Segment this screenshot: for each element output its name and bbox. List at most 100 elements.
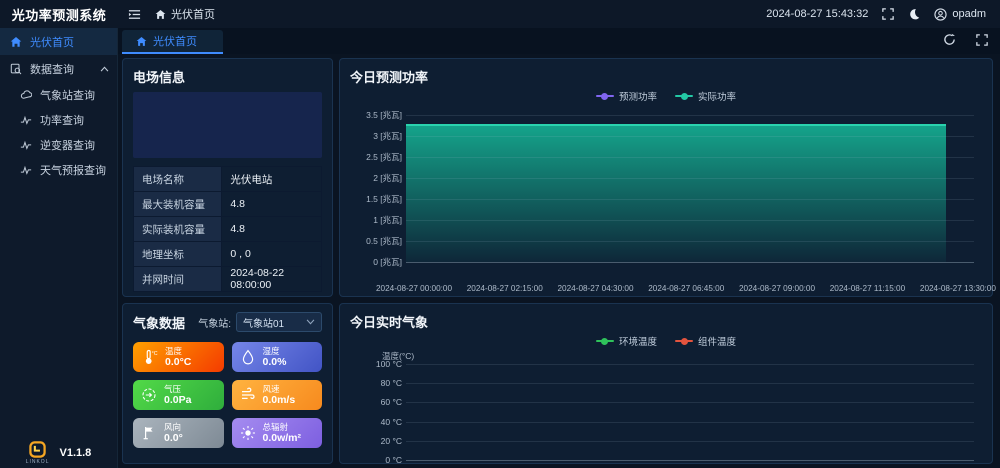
y-tick: 3.5 [兆瓦]	[366, 109, 402, 121]
thermometer-icon: °C	[141, 349, 158, 366]
table-row: 实际装机容量 4.8	[134, 217, 322, 242]
card-value: 0.0Pa	[164, 394, 191, 406]
legend-item-actual[interactable]: 实际功率	[675, 89, 736, 103]
solar-farm-photo	[133, 92, 322, 158]
y-tick: 60 °C	[381, 397, 402, 407]
sidebar: 光伏首页 数据查询 气象站查询 功率查询 逆变器查询	[0, 28, 118, 468]
realtime-plot-area	[406, 364, 974, 460]
row-label: 实际装机容量	[134, 217, 222, 242]
card-value: 0.0m/s	[263, 394, 296, 406]
weather-cards: °C 温度0.0°C 湿度0.0% 气压0.0Pa	[133, 342, 322, 448]
x-tick: 2024-08-27 00:00:00	[376, 284, 452, 293]
collapse-sidebar-icon[interactable]	[128, 8, 141, 21]
sidebar-item-weather-station-query[interactable]: 气象站查询	[0, 82, 117, 107]
sidebar-item-label: 功率查询	[40, 112, 84, 128]
x-tick: 2024-08-27 02:15:00	[467, 284, 543, 293]
sidebar-item-data-query[interactable]: 数据查询	[0, 55, 117, 82]
logo-text: LINKOL	[26, 459, 50, 465]
x-tick: 2024-08-27 13:30:00	[920, 284, 996, 293]
y-tick: 2.5 [兆瓦]	[366, 151, 402, 163]
chevron-down-icon	[306, 319, 315, 325]
x-axis-line	[406, 460, 974, 461]
forecast-plot-area	[406, 115, 974, 262]
card-total-radiation: 总辐射0.0w/m²	[232, 418, 323, 448]
y-tick: 1 [兆瓦]	[373, 214, 402, 226]
table-row: 地理坐标 0 , 0	[134, 242, 322, 267]
gridline	[406, 178, 974, 179]
top-header: 光功率预测系统 光伏首页 2024-08-27 15:43:32	[0, 0, 1000, 28]
row-value: 光伏电站	[222, 167, 322, 192]
x-tick: 2024-08-27 09:00:00	[739, 284, 815, 293]
dark-mode-moon-icon[interactable]	[908, 8, 920, 20]
gridline	[406, 383, 974, 384]
table-row: 最大装机容量 4.8	[134, 192, 322, 217]
power-chart-icon	[20, 114, 32, 126]
panel-title: 今日预测功率	[350, 67, 982, 86]
header-left: 光伏首页	[118, 6, 766, 22]
legend-label: 预测功率	[619, 89, 657, 103]
y-tick: 3 [兆瓦]	[373, 130, 402, 142]
x-tick: 2024-08-27 11:15:00	[830, 284, 905, 293]
legend-label: 组件温度	[698, 334, 736, 348]
gridline	[406, 220, 974, 221]
expand-icon[interactable]	[976, 33, 988, 46]
sun-icon	[240, 425, 256, 441]
sidebar-item-home[interactable]: 光伏首页	[0, 28, 117, 55]
sidebar-item-power-query[interactable]: 功率查询	[0, 107, 117, 132]
panel-station-info: 电场信息 电场名称 光伏电站 最大装机容量 4.8	[122, 58, 333, 297]
tab-home[interactable]: 光伏首页	[122, 30, 223, 54]
weather-header: 气象数据 气象站: 气象站01	[133, 312, 322, 332]
realtime-chart[interactable]: 温度(°C) 100 °C 80 °C 60 °C 40 °C 20 °C 0 …	[350, 350, 982, 468]
card-value: 0.0°	[164, 432, 183, 444]
chevron-up-icon	[100, 66, 109, 72]
y-tick: 40 °C	[381, 417, 402, 427]
legend-item-module-temp[interactable]: 组件温度	[675, 334, 736, 348]
card-name: 温度	[165, 346, 191, 356]
row-value: 0 , 0	[222, 242, 322, 267]
forecast-chart[interactable]: 3.5 [兆瓦] 3 [兆瓦] 2.5 [兆瓦] 2 [兆瓦] 1.5 [兆瓦]…	[350, 105, 982, 293]
tab-bar: 光伏首页	[118, 28, 1000, 54]
card-name: 风向	[164, 422, 183, 432]
station-select[interactable]: 气象站01	[236, 312, 322, 332]
gridline	[406, 241, 974, 242]
tab-actions	[943, 33, 988, 46]
y-tick: 20 °C	[381, 436, 402, 446]
breadcrumb[interactable]: 光伏首页	[155, 6, 215, 22]
legend-marker-purple	[596, 92, 614, 100]
legend-item-forecast[interactable]: 预测功率	[596, 89, 657, 103]
user-menu[interactable]: opadm	[934, 8, 986, 21]
card-name: 湿度	[263, 346, 287, 356]
row-label: 电场名称	[134, 167, 222, 192]
sidebar-item-inverter-query[interactable]: 逆变器查询	[0, 132, 117, 157]
gauge-icon	[141, 387, 157, 403]
app-version: V1.1.8	[59, 447, 91, 459]
sidebar-item-label: 逆变器查询	[40, 137, 95, 153]
gridline	[406, 441, 974, 442]
data-query-icon	[10, 63, 22, 75]
card-name: 总辐射	[263, 422, 302, 432]
x-axis-line	[406, 262, 974, 263]
table-row: 电场名称 光伏电站	[134, 167, 322, 192]
forecast-chart-icon	[20, 164, 32, 176]
card-temperature: °C 温度0.0°C	[133, 342, 224, 372]
legend-marker-red	[675, 337, 693, 345]
station-info-table: 电场名称 光伏电站 最大装机容量 4.8 实际装机容量 4.8	[133, 166, 322, 292]
row-label: 地理坐标	[134, 242, 222, 267]
refresh-icon[interactable]	[943, 33, 956, 46]
header-right: 2024-08-27 15:43:32 opadm	[766, 8, 1000, 21]
y-tick: 80 °C	[381, 378, 402, 388]
row-top: 电场信息 电场名称 光伏电站 最大装机容量 4.8	[122, 58, 993, 297]
panel-forecast-power: 今日预测功率 预测功率 实际功率 3.5	[339, 58, 993, 297]
legend-label: 实际功率	[698, 89, 736, 103]
legend-item-ambient-temp[interactable]: 环境温度	[596, 334, 657, 348]
droplet-icon	[240, 349, 256, 365]
card-humidity: 湿度0.0%	[232, 342, 323, 372]
forecast-legend: 预测功率 实际功率	[350, 89, 982, 103]
panel-title: 气象数据	[133, 313, 185, 332]
gridline	[406, 199, 974, 200]
sidebar-item-weather-forecast-query[interactable]: 天气预报查询	[0, 157, 117, 182]
home-icon	[10, 36, 22, 48]
fullscreen-icon[interactable]	[882, 8, 894, 20]
x-tick: 2024-08-27 06:45:00	[648, 284, 724, 293]
linkol-logo-icon	[29, 441, 46, 458]
